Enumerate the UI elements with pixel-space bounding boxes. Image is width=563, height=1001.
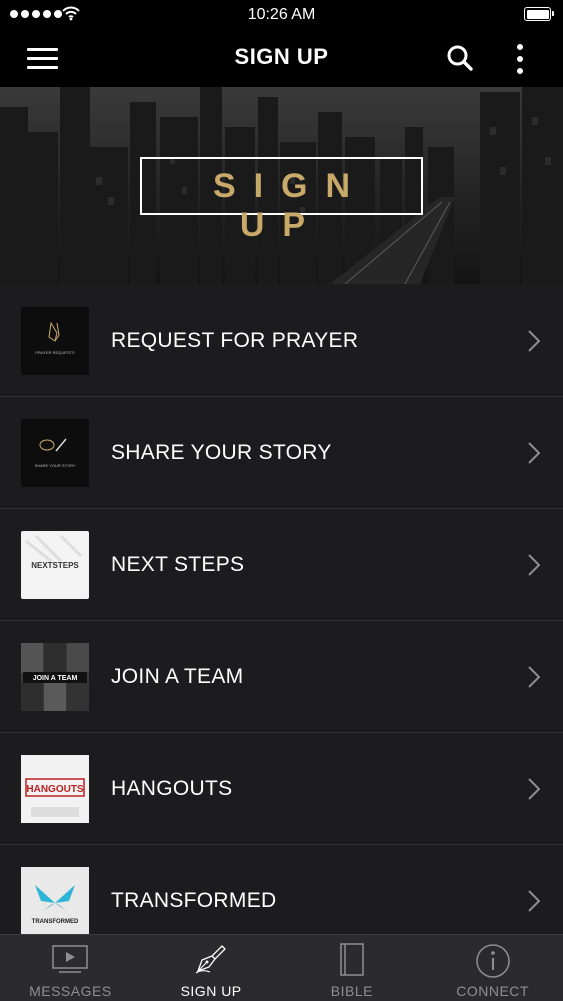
join-a-team-thumbnail: JOIN A TEAM — [21, 643, 89, 711]
chevron-right-icon — [528, 442, 541, 464]
tab-label: CONNECT — [456, 983, 529, 999]
list-item-label: JOIN A TEAM — [111, 665, 244, 688]
join-a-team-photo-collage: JOIN A TEAM — [21, 643, 89, 711]
chevron-right-icon — [528, 330, 541, 352]
list-item-hangouts[interactable]: HANGOUTS HANGOUTS — [0, 733, 563, 845]
thumb-text: PRAYER REQUESTS — [35, 350, 75, 355]
next-steps-logo: NEXTSTEPS — [25, 534, 83, 570]
book-icon — [340, 943, 364, 976]
praying-hands-icon: PRAYER REQUESTS — [35, 321, 75, 355]
tab-label: MESSAGES — [29, 983, 112, 999]
nav-bar: SIGN UP — [0, 30, 563, 87]
list-item-label: SHARE YOUR STORY — [111, 441, 332, 464]
thumb-text: HANGOUTS — [26, 784, 84, 795]
list-item-share-your-story[interactable]: SHARE YOUR STORY SHARE YOUR STORY — [0, 397, 563, 509]
pen-nib-icon — [195, 945, 227, 974]
tab-sign-up[interactable]: SIGN UP — [141, 935, 282, 1001]
thumb-text: NEXTSTEPS — [31, 561, 79, 570]
share-your-story-thumbnail: SHARE YOUR STORY — [21, 419, 89, 487]
tab-label: SIGN UP — [180, 983, 242, 999]
battery-icon — [524, 7, 554, 21]
list-item-label: HANGOUTS — [111, 777, 233, 800]
search-icon[interactable] — [445, 43, 475, 73]
status-time: 10:26 AM — [247, 6, 316, 23]
list-item-label: TRANSFORMED — [111, 889, 277, 912]
list-item-label: REQUEST FOR PRAYER — [111, 329, 359, 352]
thumb-text: SHARE YOUR STORY — [34, 463, 75, 468]
next-steps-thumbnail: NEXTSTEPS — [21, 531, 89, 599]
page-title: SIGN UP — [234, 44, 329, 69]
tab-bible[interactable]: BIBLE — [282, 935, 423, 1001]
tab-bar: MESSAGES SIGN UP BIBLE CONNECT — [0, 934, 563, 1001]
more-options-icon[interactable] — [510, 42, 530, 76]
list-item-next-steps[interactable]: NEXTSTEPS NEXT STEPS — [0, 509, 563, 621]
thumb-text: TRANSFORMED — [32, 919, 79, 925]
transformed-thumbnail: TRANSFORMED — [21, 867, 89, 935]
tab-messages[interactable]: MESSAGES — [0, 935, 141, 1001]
speech-bubble-pen-icon: SHARE YOUR STORY — [34, 438, 76, 468]
hangouts-logo: HANGOUTS — [25, 778, 85, 817]
hero-banner: SIGN UP — [0, 87, 563, 284]
list-item-label: NEXT STEPS — [111, 553, 245, 576]
chevron-right-icon — [528, 554, 541, 576]
hangouts-thumbnail: HANGOUTS — [21, 755, 89, 823]
tab-connect[interactable]: CONNECT — [422, 935, 563, 1001]
video-play-icon — [52, 945, 89, 973]
thumb-text: JOIN A TEAM — [33, 675, 78, 682]
list-item-join-a-team[interactable]: JOIN A TEAM JOIN A TEAM — [0, 621, 563, 733]
hero-title: SIGN UP — [212, 167, 369, 244]
status-bar: 10:26 AM — [0, 0, 563, 30]
list-item-request-for-prayer[interactable]: PRAYER REQUESTS REQUEST FOR PRAYER — [0, 285, 563, 397]
info-circle-icon — [475, 944, 510, 978]
chevron-right-icon — [528, 778, 541, 800]
chevron-right-icon — [528, 666, 541, 688]
butterfly-icon: TRANSFORMED — [32, 885, 79, 925]
signup-list: PRAYER REQUESTS REQUEST FOR PRAYER SHARE… — [0, 285, 563, 957]
tab-label: BIBLE — [330, 983, 373, 999]
request-for-prayer-thumbnail: PRAYER REQUESTS — [21, 307, 89, 375]
chevron-right-icon — [528, 890, 541, 912]
